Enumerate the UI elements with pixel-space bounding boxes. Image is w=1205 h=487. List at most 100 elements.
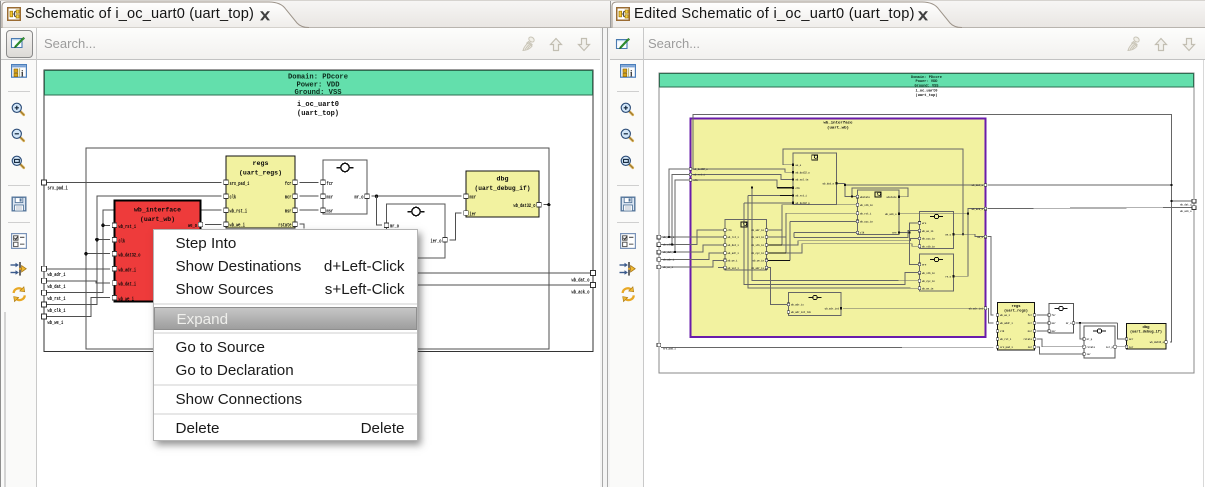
svg-text:fcr: fcr — [1028, 313, 1032, 317]
svg-text:srx_pad_i: srx_pad_i — [230, 180, 250, 187]
svg-text:mcr: mcr — [1052, 322, 1056, 325]
svg-text:regs: regs — [1012, 304, 1021, 309]
svg-text:wb_we_i: wb_we_i — [48, 319, 64, 326]
svg-text:rstate: rstate — [1023, 338, 1032, 341]
svg-text:wb_adr_int: wb_adr_int — [969, 306, 983, 310]
svg-text:clk: clk — [694, 178, 698, 182]
svg-text:wb_rst_i: wb_rst_i — [230, 208, 248, 215]
svg-text:wb_dat_i: wb_dat_i — [663, 250, 675, 254]
svg-text:mr_p: mr_p — [1087, 338, 1093, 341]
svg-text:wb_stb_in: wb_stb_in — [860, 203, 873, 207]
svg-text:clk: clk — [860, 231, 864, 235]
svg-text:wb_rst_i: wb_rst_i — [1000, 337, 1012, 341]
svg-text:ier: ier — [1129, 345, 1133, 349]
svg-text:wb_adr_is: wb_adr_is — [791, 303, 804, 307]
svg-text:msr: msr — [1028, 330, 1032, 333]
svg-text:wb_dat32_o: wb_dat32_o — [796, 171, 810, 175]
svg-text:fcr: fcr — [1052, 313, 1056, 317]
svg-text:wb_rst_i: wb_rst_i — [728, 235, 740, 239]
svg-text:(uart_top): (uart_top) — [297, 110, 339, 118]
svg-text:we_o: we_o — [945, 234, 951, 237]
svg-text:msr: msr — [285, 208, 292, 215]
svg-text:wbstate: wbstate — [887, 195, 897, 199]
svg-text:Domain: PDcore: Domain: PDcore — [288, 74, 348, 82]
svg-text:wb_we_in: wb_we_in — [922, 229, 934, 233]
svg-text:wb_we_in: wb_we_in — [922, 287, 934, 291]
svg-text:ier_o: ier_o — [431, 237, 442, 244]
svg-text:wb_we_i: wb_we_i — [1000, 313, 1010, 317]
svg-text:srx_pad_i: srx_pad_i — [663, 347, 676, 351]
svg-text:wb_ack_o: wb_ack_o — [1180, 209, 1192, 213]
svg-text:regs: regs — [253, 160, 269, 167]
svg-text:dbg: dbg — [497, 176, 509, 183]
svg-text:wb_cyc_in: wb_cyc_in — [751, 251, 764, 255]
svg-text:wb_dat_i: wb_dat_i — [728, 243, 740, 247]
svg-text:clk: clk — [230, 194, 237, 201]
svg-text:wb_we_i: wb_we_i — [119, 295, 135, 302]
svg-text:mcr: mcr — [285, 194, 292, 201]
svg-text:ier: ier — [1087, 352, 1091, 356]
svg-text:wb_cyc_in: wb_cyc_in — [860, 220, 873, 224]
svg-text:wb_dat_o: wb_dat_o — [972, 183, 984, 187]
svg-text:clk: clk — [1000, 329, 1004, 333]
svg-text:mcr: mcr — [470, 194, 477, 201]
svg-text:wb_dat32_o: wb_dat32_o — [119, 251, 141, 258]
svg-text:wb_we_i: wb_we_i — [663, 265, 673, 269]
svg-text:wb_adr_in: wb_adr_in — [751, 228, 764, 232]
svg-text:msr: msr — [327, 208, 334, 215]
svg-text:fcr: fcr — [327, 180, 334, 187]
svg-text:rstate: rstate — [1087, 346, 1096, 349]
svg-text:(uart_regs): (uart_regs) — [239, 170, 282, 177]
svg-text:wb_val_tn: wb_val_tn — [796, 178, 809, 182]
svg-text:wb_interface: wb_interface — [134, 207, 181, 214]
svg-text:wb_adr_i: wb_adr_i — [663, 258, 675, 262]
svg-text:i_oc_uart0: i_oc_uart0 — [916, 89, 939, 94]
svg-text:wb_rst_i: wb_rst_i — [860, 212, 872, 216]
svg-text:wb_stb_in: wb_stb_in — [922, 271, 935, 275]
svg-text:(uart_top): (uart_top) — [916, 93, 938, 98]
svg-text:wb_cyc_in: wb_cyc_in — [922, 279, 935, 283]
svg-text:(uart_wb): (uart_wb) — [827, 126, 849, 131]
svg-text:mcr: mcr — [1028, 322, 1032, 325]
svg-text:mr_o: mr_o — [1066, 322, 1072, 325]
svg-text:wb_addr_i: wb_addr_i — [1000, 321, 1013, 325]
svg-text:wb_stb_in: wb_stb_in — [751, 243, 764, 247]
svg-text:wb_rst_i: wb_rst_i — [119, 223, 137, 230]
svg-text:wb_interface: wb_interface — [824, 121, 854, 126]
svg-text:srx_pad_i: srx_pad_i — [48, 185, 69, 192]
svg-text:wb_stb_in: wb_stb_in — [922, 244, 935, 248]
svg-text:mcr: mcr — [327, 194, 334, 201]
svg-text:wb_dat32_o: wb_dat32_o — [514, 202, 536, 209]
svg-text:wb_sel_in: wb_sel_in — [751, 235, 764, 239]
svg-text:mr_o: mr_o — [355, 194, 364, 201]
svg-text:clk: clk — [796, 186, 800, 190]
svg-text:(uart_debug_if): (uart_debug_if) — [475, 185, 531, 192]
svg-text:wb_dat_o: wb_dat_o — [1180, 202, 1192, 206]
svg-text:wb_we_in: wb_we_in — [753, 259, 765, 263]
svg-text:wre: wre — [922, 264, 926, 267]
svg-text:wb_adr_i: wb_adr_i — [728, 251, 740, 255]
svg-text:re_o: re_o — [945, 276, 951, 279]
svg-text:wb_adr_i: wb_adr_i — [119, 267, 137, 274]
svg-text:wb_adr_int: wb_adr_int — [825, 306, 839, 310]
svg-text:wb_dat32_o: wb_dat32_o — [694, 167, 708, 171]
svg-text:(uart_debug_if): (uart_debug_if) — [1130, 330, 1162, 335]
svg-text:Ground: VSS: Ground: VSS — [915, 83, 940, 88]
svg-text:wbstate: wbstate — [860, 195, 870, 199]
svg-text:dbg: dbg — [1143, 325, 1150, 330]
svg-text:wb_adr_is: wb_adr_is — [751, 266, 764, 270]
svg-text:wb_clk_i: wb_clk_i — [663, 243, 675, 247]
svg-text:wb_ack_o: wb_ack_o — [972, 207, 984, 211]
svg-text:wb_rst_i: wb_rst_i — [663, 235, 675, 239]
svg-text:Ground: VSS: Ground: VSS — [295, 89, 342, 97]
svg-text:clk: clk — [119, 237, 126, 244]
svg-text:we_o: we_o — [977, 236, 983, 239]
svg-text:wb_rst_i: wb_rst_i — [796, 194, 808, 198]
svg-text:srx_pad_i: srx_pad_i — [1000, 345, 1013, 349]
svg-text:ier_p: ier_p — [1106, 345, 1113, 349]
svg-text:wre: wre — [892, 232, 896, 235]
svg-text:ier: ier — [1028, 345, 1032, 349]
svg-text:wb_ack_o: wb_ack_o — [885, 212, 897, 216]
svg-text:i_oc_uart0: i_oc_uart0 — [297, 101, 339, 109]
svg-text:wb_clk_i: wb_clk_i — [48, 307, 66, 314]
